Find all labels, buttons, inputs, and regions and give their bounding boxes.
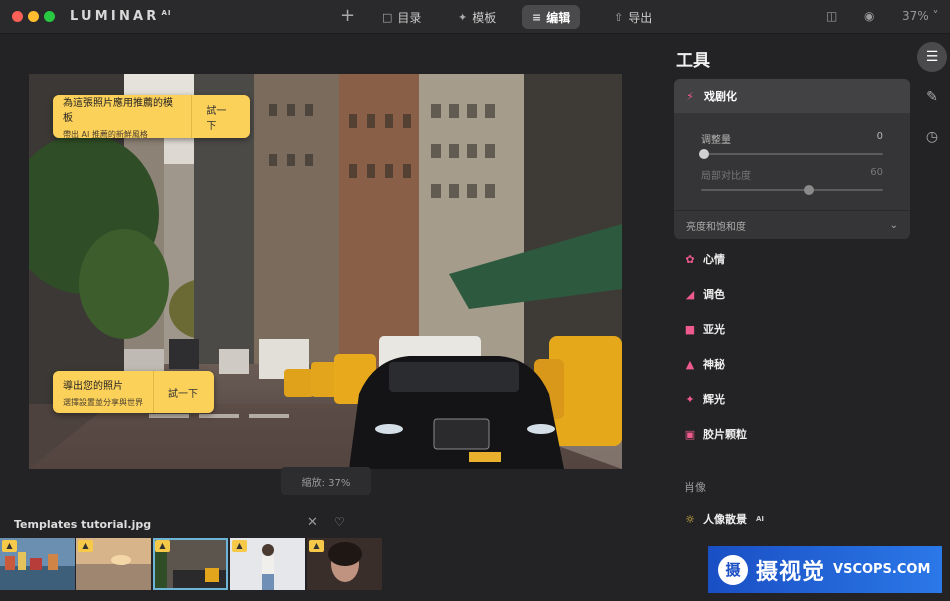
slider-label: 局部对比度 xyxy=(701,171,751,182)
tip-subtitle: 選擇設置並分享與世界 xyxy=(63,397,143,407)
add-photos-button[interactable]: + xyxy=(340,5,355,26)
graduation-cap-icon: ▲ xyxy=(2,540,17,552)
slider-label: 调整量 xyxy=(701,135,731,146)
share-icon: ⇧ xyxy=(614,10,624,24)
photo-canvas[interactable]: 為這張照片應用推薦的模板 帶出 AI 推薦的新鮮風格 試一下 導出您的照片 選擇… xyxy=(29,74,622,469)
slider-value: 0 xyxy=(876,131,883,142)
try-export-button[interactable]: 試一下 xyxy=(153,371,212,413)
amount-slider[interactable]: 调整量 0 xyxy=(699,131,883,159)
brightness-saturation-section[interactable]: 亮度和饱和度 ⌄ xyxy=(674,210,910,239)
try-template-button[interactable]: 試一下 xyxy=(191,95,250,138)
heart-icon[interactable]: ♡ xyxy=(334,515,345,529)
slider-handle[interactable] xyxy=(804,185,814,195)
drama-tool-panel: ⚡ 戏剧化 调整量 0 局部对比度 60 亮度和饱和度 ⌄ xyxy=(674,79,910,239)
sliders-icon[interactable]: ☰ xyxy=(917,42,947,72)
zoom-indicator: 縮放: 37% xyxy=(281,467,371,495)
title-bar: LUMINAR AI + □ 目录 ✦ 模板 ≡ 编辑 ⇧ 导出 ◫ ◉ 37% … xyxy=(0,0,950,34)
watermark: 摄 摄视觉 VSCOPS.COM xyxy=(708,546,942,593)
chevron-down-icon: ⌄ xyxy=(889,219,898,231)
slider-track[interactable] xyxy=(699,149,883,159)
filmstrip-title: Templates tutorial.jpg xyxy=(14,518,152,531)
brush-icon[interactable]: ✎ xyxy=(917,82,947,112)
portrait-bokeh-icon: ☼ xyxy=(685,512,695,526)
folder-icon: □ xyxy=(382,10,393,24)
export-suggestion-tip: 導出您的照片 選擇設置並分享與世界 試一下 xyxy=(53,371,214,413)
slider-handle[interactable] xyxy=(699,149,709,159)
zoom-dropdown[interactable]: 37% ˅ xyxy=(902,9,939,23)
app-logo: LUMINAR AI xyxy=(70,9,172,24)
tip-title: 為這張照片應用推薦的模板 xyxy=(63,97,173,124)
drama-tool-header[interactable]: ⚡ 戏剧化 xyxy=(674,79,910,113)
slider-track[interactable] xyxy=(701,185,883,195)
minimize-window-button[interactable] xyxy=(28,11,39,22)
mountain-icon: ▲ xyxy=(685,357,695,371)
graduation-cap-icon: ▲ xyxy=(155,540,170,552)
lotus-icon: ✿ xyxy=(685,252,695,266)
thumb-woman-white[interactable]: ▲ xyxy=(230,538,305,590)
lightning-icon: ⚡ xyxy=(686,89,694,103)
thumb-woman-dark[interactable]: ▲ xyxy=(307,538,382,590)
thumb-harbor[interactable]: ▲ xyxy=(0,538,75,590)
chevron-down-icon: ˅ xyxy=(932,9,939,23)
sparkle-icon: ✦ xyxy=(685,392,695,406)
square-icon: ■ xyxy=(684,322,696,336)
tab-edit[interactable]: ≡ 编辑 xyxy=(522,5,581,29)
watermark-text: 摄视觉 xyxy=(756,559,826,585)
close-icon[interactable]: ✕ xyxy=(307,515,318,530)
close-window-button[interactable] xyxy=(12,11,23,22)
thumb-street[interactable]: ▲ xyxy=(153,538,228,590)
tool-color-harmony[interactable]: ◢ 调色 xyxy=(684,286,725,302)
compare-view-icon[interactable]: ◫ xyxy=(826,9,837,23)
graduation-cap-icon: ▲ xyxy=(78,540,93,552)
thumb-beach[interactable]: ▲ xyxy=(76,538,151,590)
zoom-window-button[interactable] xyxy=(44,11,55,22)
tool-mood[interactable]: ✿ 心情 xyxy=(684,251,725,267)
tool-film-grain[interactable]: ▣ 胶片颗粒 xyxy=(684,426,747,442)
tab-export[interactable]: ⇧ 导出 xyxy=(604,5,662,29)
tool-matte[interactable]: ■ 亚光 xyxy=(684,321,725,337)
tip-title: 導出您的照片 xyxy=(63,380,123,392)
watermark-logo: 摄 xyxy=(718,554,748,585)
local-contrast-slider[interactable]: 局部对比度 60 xyxy=(701,167,883,195)
graduation-cap-icon: ▲ xyxy=(309,540,324,552)
section-portrait-label: 肖像 xyxy=(684,481,706,494)
tool-portrait-bokeh[interactable]: ☼ 人像散景 AI xyxy=(684,511,764,527)
tip-subtitle: 帶出 AI 推薦的新鮮風格 xyxy=(63,129,148,139)
tool-mystical[interactable]: ▲ 神秘 xyxy=(684,356,725,372)
tab-templates[interactable]: ✦ 模板 xyxy=(448,5,506,29)
sliders-icon: ≡ xyxy=(532,10,542,24)
panel-title: 工具 xyxy=(676,51,710,71)
tab-catalog[interactable]: □ 目录 xyxy=(372,5,431,29)
watermark-domain: VSCOPS.COM xyxy=(833,562,931,577)
eye-icon[interactable]: ◉ xyxy=(864,9,874,23)
magic-wand-icon: ✦ xyxy=(458,10,468,24)
slider-value: 60 xyxy=(870,167,883,178)
history-clock-icon[interactable]: ◷ xyxy=(917,122,947,152)
graduation-cap-icon: ▲ xyxy=(232,540,247,552)
template-suggestion-tip: 為這張照片應用推薦的模板 帶出 AI 推薦的新鮮風格 試一下 xyxy=(53,95,250,139)
paint-bucket-icon: ◢ xyxy=(685,287,695,301)
tool-glow[interactable]: ✦ 辉光 xyxy=(684,391,725,407)
film-icon: ▣ xyxy=(684,427,696,441)
